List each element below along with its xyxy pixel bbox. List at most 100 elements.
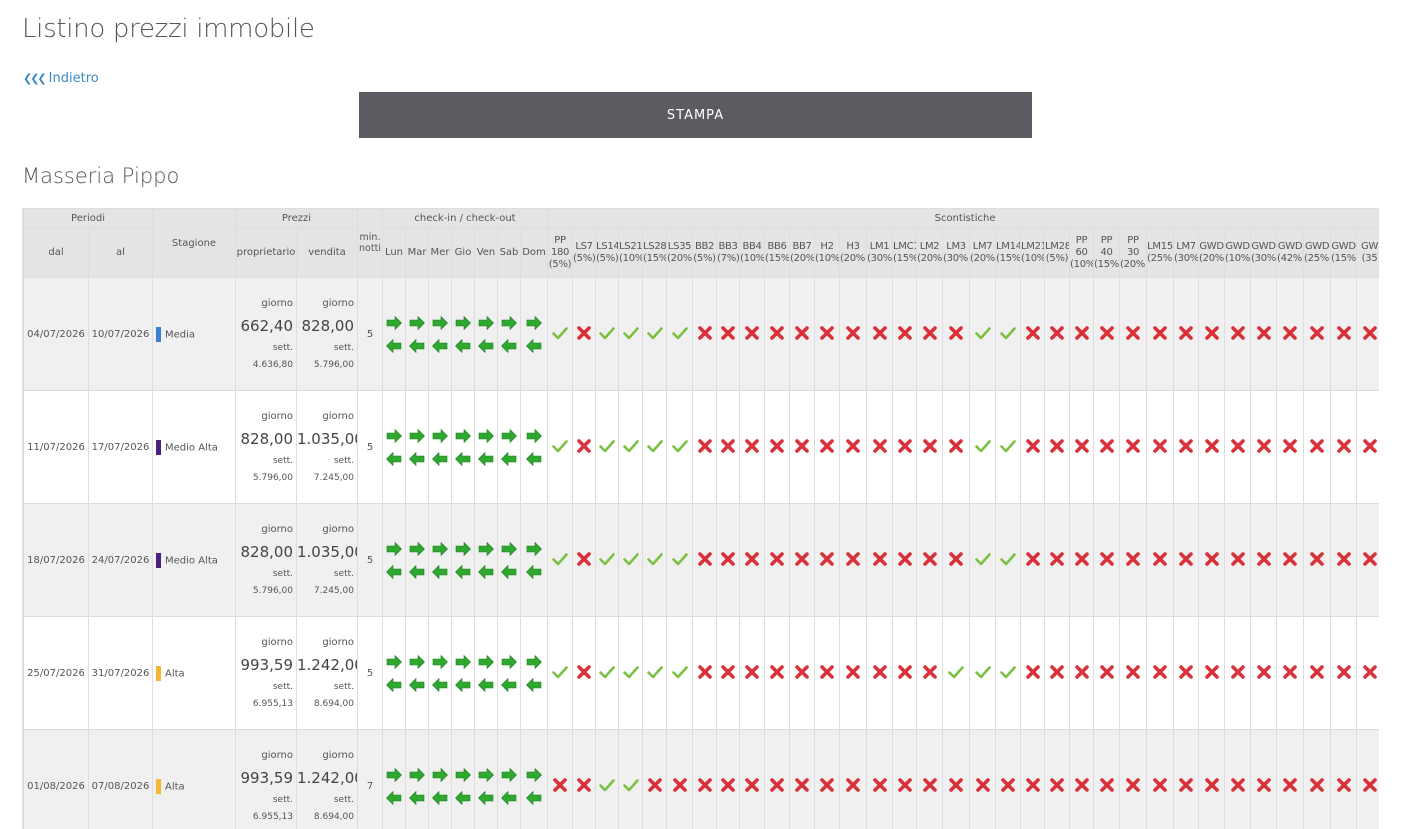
cross-icon xyxy=(795,438,809,453)
header-day-0: Lun xyxy=(382,227,406,278)
cell-discount xyxy=(1146,729,1175,829)
cross-icon xyxy=(1362,777,1377,792)
cell-discount xyxy=(995,277,1022,391)
cross-icon xyxy=(1336,664,1351,679)
cross-icon xyxy=(1153,777,1167,792)
discount-code: GWD xyxy=(1251,240,1276,252)
arrow-right-icon xyxy=(455,654,471,669)
cell-season: Media xyxy=(152,277,236,391)
discount-code: PP 180 xyxy=(550,234,570,258)
cell-discount xyxy=(814,616,841,730)
cell-dal: 18/07/2026 xyxy=(23,503,89,617)
header-min-notti: min. notti xyxy=(357,208,383,278)
cell-discount xyxy=(839,390,868,504)
cross-icon xyxy=(577,777,591,792)
cross-icon xyxy=(577,438,591,453)
cross-icon xyxy=(1256,777,1271,792)
cell-discount xyxy=(839,616,868,730)
cell-discount xyxy=(866,390,894,504)
cross-icon xyxy=(975,777,990,792)
cross-icon xyxy=(1099,438,1114,453)
cross-icon xyxy=(846,325,860,340)
cross-icon xyxy=(1336,325,1351,340)
discount-code: BB2 xyxy=(694,240,715,252)
cell-discount xyxy=(789,729,816,829)
cross-icon xyxy=(1001,777,1015,792)
price-day-label: giorno xyxy=(261,523,293,535)
cell-discount xyxy=(1356,616,1379,730)
arrow-right-icon xyxy=(386,315,402,330)
cell-discount xyxy=(547,390,574,504)
back-link[interactable]: ❮❮❮ Indietro xyxy=(23,71,99,86)
cross-icon xyxy=(1204,664,1219,679)
cell-discount xyxy=(1198,277,1226,391)
cross-icon xyxy=(745,551,759,566)
cross-icon xyxy=(721,664,735,679)
cell-discount xyxy=(716,729,741,829)
cell-checkin-checkout xyxy=(451,503,475,617)
cell-discount xyxy=(1020,390,1046,504)
cross-icon xyxy=(1126,325,1140,340)
header-discount: LM2 (20%) xyxy=(916,227,944,278)
price-day-value: 1.035,00 xyxy=(297,542,358,561)
discount-pct: (5%) xyxy=(1045,252,1069,264)
discount-code: LM14 xyxy=(996,240,1021,252)
arrow-right-icon xyxy=(478,654,494,669)
cell-discount xyxy=(1356,390,1379,504)
cross-icon xyxy=(1099,551,1114,566)
cell-discount xyxy=(692,277,718,391)
arrow-left-icon xyxy=(501,338,517,353)
arrow-left-icon xyxy=(432,790,448,805)
check-icon xyxy=(622,665,639,678)
cell-discount xyxy=(942,390,971,504)
cell-discount xyxy=(916,390,944,504)
cross-icon xyxy=(1099,325,1114,340)
discount-pct: (15%) xyxy=(996,252,1021,264)
price-day-label: giorno xyxy=(322,297,354,309)
cell-checkin-checkout xyxy=(382,616,406,730)
price-week-label: sett. xyxy=(333,794,354,805)
header-prezzi: Prezzi xyxy=(235,208,358,228)
arrow-left-icon xyxy=(526,790,542,805)
cell-checkin-checkout xyxy=(428,503,452,617)
cross-icon xyxy=(577,664,591,679)
price-table-container[interactable]: Periodi Stagione Prezzi min. notti check… xyxy=(22,208,1379,829)
cell-checkin-checkout xyxy=(382,277,406,391)
cross-icon xyxy=(1050,551,1064,566)
cross-icon xyxy=(1310,551,1324,566)
print-button[interactable]: STAMPA xyxy=(359,92,1032,138)
discount-code: LS14 xyxy=(596,240,619,252)
arrow-left-icon xyxy=(526,677,542,692)
price-day-label: giorno xyxy=(261,410,293,422)
cell-discount xyxy=(1119,503,1148,617)
header-day-3: Gio xyxy=(451,227,475,278)
table-row: 11/07/2026 17/07/2026 Medio Alta giorno 828,… xyxy=(23,390,1379,504)
cell-discount xyxy=(547,277,574,391)
cross-icon xyxy=(770,664,784,679)
cross-icon xyxy=(770,777,784,792)
discount-code: LM2 xyxy=(919,240,940,252)
cell-discount xyxy=(547,729,574,829)
discount-pct: (5%) xyxy=(693,252,716,264)
cell-discount xyxy=(1044,390,1071,504)
price-week-value: sett. 6.955,13 xyxy=(252,794,293,822)
arrow-right-icon xyxy=(526,541,542,556)
cell-discount xyxy=(969,503,997,617)
cell-checkin-checkout xyxy=(451,729,475,829)
cross-icon xyxy=(1179,551,1193,566)
cell-min-nights: 7 xyxy=(357,729,383,829)
check-icon xyxy=(646,552,663,565)
cell-checkin-checkout xyxy=(428,729,452,829)
cross-icon xyxy=(820,664,834,679)
cell-discount xyxy=(1250,277,1278,391)
season-color-swatch xyxy=(156,326,161,342)
cell-discount xyxy=(1303,390,1332,504)
cross-icon xyxy=(1204,438,1219,453)
check-icon xyxy=(599,665,615,678)
cell-discount xyxy=(1330,503,1358,617)
discount-code: PP 40 xyxy=(1100,234,1113,258)
arrow-left-icon xyxy=(409,677,425,692)
header-discount: PP 180 (5%) xyxy=(547,227,574,278)
cross-icon xyxy=(949,325,963,340)
arrow-right-icon xyxy=(386,767,402,782)
